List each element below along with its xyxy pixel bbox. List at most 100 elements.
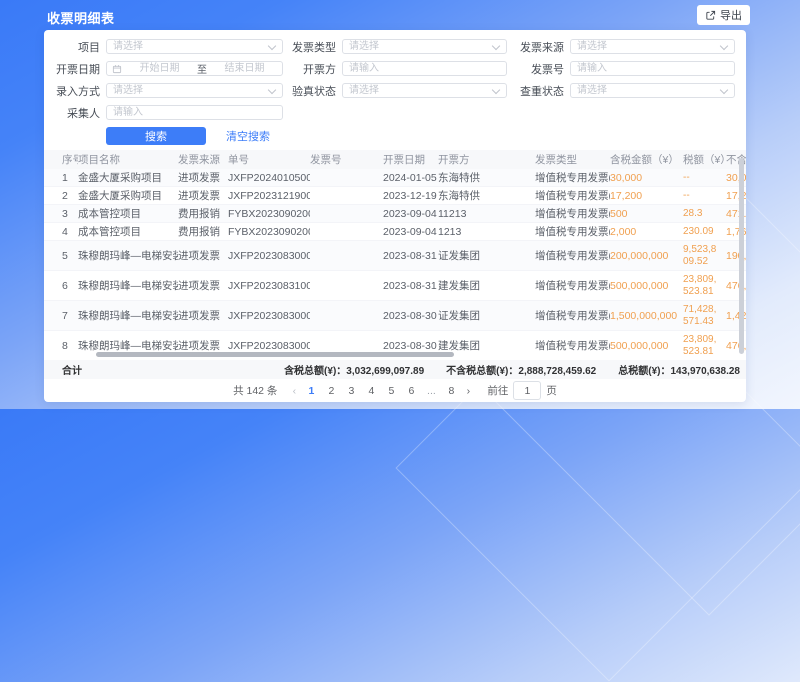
- summary-tax: 总税额(¥)：143,970,638.28: [618, 362, 740, 377]
- cell-amount-incl-tax: 200,000,000: [610, 241, 683, 271]
- invoice-type-select[interactable]: [342, 39, 507, 54]
- table-header-row: 序号项目名称发票来源单号发票号开票日期开票方发票类型含税金额（¥）税额（¥）不含…: [44, 150, 746, 169]
- cell-invoice-no: [310, 241, 383, 271]
- pagination-page-5[interactable]: 5: [381, 385, 401, 397]
- cell-order-no: JXFP20230830002: [228, 241, 310, 271]
- goto-page-input[interactable]: [513, 381, 541, 400]
- issuer-input-wrap[interactable]: [342, 61, 507, 76]
- cell-issuer: 建发集团: [438, 271, 535, 301]
- cell-tax: --: [683, 169, 726, 187]
- cell-type: 增值税专用发票(蓝): [535, 169, 610, 187]
- pagination-page-8[interactable]: 8: [441, 385, 461, 397]
- pagination-ellipsis: ...: [421, 385, 441, 397]
- pagination-total: 共 142 条: [233, 383, 277, 398]
- pagination-page-3[interactable]: 3: [341, 385, 361, 397]
- invoice-date-label: 开票日期: [44, 61, 106, 77]
- cell-type: 增值税专用发票(蓝): [535, 187, 610, 205]
- cell-project: 成本管控项目: [78, 205, 178, 223]
- invoice-source-select[interactable]: [570, 39, 735, 54]
- cell-project: 成本管控项目: [78, 223, 178, 241]
- cell-issuer: 证发集团: [438, 241, 535, 271]
- table-row: 2金盛大厦采购项目进项发票JXFP202312190022023-12-19东海…: [44, 187, 746, 205]
- export-button[interactable]: 导出: [697, 5, 750, 25]
- column-header-amount-incl-tax: 含税金额（¥）: [610, 150, 683, 169]
- invoice-source-select-input: [571, 40, 734, 53]
- cell-issuer: 11213: [438, 205, 535, 223]
- entry-method-select[interactable]: [106, 83, 283, 98]
- export-button-label: 导出: [720, 7, 742, 23]
- invoice-source-label: 发票来源: [507, 39, 570, 55]
- cell-source: 进项发票: [178, 301, 228, 331]
- verify-status-select[interactable]: [342, 83, 507, 98]
- clear-search-link[interactable]: 清空搜索: [226, 128, 270, 144]
- cell-project: 珠穆朗玛峰—电梯安装: [78, 241, 178, 271]
- table-row: 5珠穆朗玛峰—电梯安装进项发票JXFP202308300022023-08-31…: [44, 241, 746, 271]
- invoice-date-range-picker[interactable]: 至: [106, 61, 283, 76]
- filter-actions: 搜索 清空搜索: [106, 127, 746, 145]
- collector-label: 采集人: [44, 105, 106, 121]
- pagination-pages: 123456...8: [301, 385, 461, 397]
- main-card: 项目 发票类型 发票来源 开票日期 至 开票方: [44, 30, 746, 402]
- cell-issuer: 东海特供: [438, 187, 535, 205]
- cell-amount-incl-tax: 17,200: [610, 187, 683, 205]
- pagination-page-1[interactable]: 1: [301, 385, 321, 397]
- pagination-page-4[interactable]: 4: [361, 385, 381, 397]
- cell-invoice-no: [310, 271, 383, 301]
- column-header-no: 序号: [44, 150, 78, 169]
- cell-source: 进项发票: [178, 187, 228, 205]
- table-row: 3成本管控项目费用报销FYBX202309020032023-09-041121…: [44, 205, 746, 223]
- search-button[interactable]: 搜索: [106, 127, 206, 145]
- cell-date: 2024-01-05: [383, 169, 438, 187]
- dup-status-select[interactable]: [570, 83, 735, 98]
- page-title: 收票明细表: [47, 8, 115, 27]
- column-header-tax: 税额（¥）: [683, 150, 726, 169]
- column-header-issuer: 开票方: [438, 150, 535, 169]
- dup-status-select-input: [571, 84, 734, 97]
- cell-tax: --: [683, 187, 726, 205]
- pagination-page-2[interactable]: 2: [321, 385, 341, 397]
- cell-source: 费用报销: [178, 205, 228, 223]
- issuer-label: 开票方: [283, 61, 342, 77]
- table-row: 1金盛大厦采购项目进项发票JXFP202401050012024-01-05东海…: [44, 169, 746, 187]
- invoice-no-label: 发票号: [507, 61, 570, 77]
- pagination-page-6[interactable]: 6: [401, 385, 421, 397]
- prev-page-button[interactable]: ‹: [287, 385, 301, 397]
- calendar-icon: [112, 64, 122, 74]
- invoice-type-label: 发票类型: [283, 39, 342, 55]
- pagination: 共 142 条 ‹ 123456...8 › 前往 页: [44, 381, 746, 400]
- cell-project: 珠穆朗玛峰—电梯安装: [78, 271, 178, 301]
- cell-tax: 230.09: [683, 223, 726, 241]
- column-header-date: 开票日期: [383, 150, 438, 169]
- date-range-separator: 至: [197, 61, 207, 76]
- cell-order-no: JXFP20230830001: [228, 301, 310, 331]
- cell-no: 1: [44, 169, 78, 187]
- cell-amount-incl-tax: 500: [610, 205, 683, 223]
- verify-status-label: 验真状态: [283, 83, 342, 99]
- invoice-type-select-input: [343, 40, 506, 53]
- cell-date: 2023-08-31: [383, 241, 438, 271]
- cell-invoice-no: [310, 223, 383, 241]
- cell-order-no: JXFP20230831001: [228, 271, 310, 301]
- invoice-no-input-wrap[interactable]: [570, 61, 735, 76]
- cell-tax: 28.3: [683, 205, 726, 223]
- cell-type: 增值税专用发票(蓝): [535, 301, 610, 331]
- project-select[interactable]: [106, 39, 283, 54]
- column-header-project: 项目名称: [78, 150, 178, 169]
- vertical-scrollbar[interactable]: [739, 158, 744, 354]
- collector-input-wrap[interactable]: [106, 105, 283, 120]
- next-page-button[interactable]: ›: [461, 385, 475, 397]
- horizontal-scrollbar[interactable]: [96, 352, 454, 357]
- cell-no: 8: [44, 331, 78, 361]
- cell-tax: 71,428,571.43: [683, 301, 726, 331]
- entry-method-select-input: [107, 84, 282, 97]
- cell-invoice-no: [310, 169, 383, 187]
- cell-type: 增值税专用发票(蓝): [535, 223, 610, 241]
- goto-label: 前往: [487, 383, 508, 398]
- pagination-goto: 前往 页: [487, 381, 557, 400]
- cell-no: 2: [44, 187, 78, 205]
- invoice-table-zone: 序号项目名称发票来源单号发票号开票日期开票方发票类型含税金额（¥）税额（¥）不含…: [44, 150, 746, 361]
- cell-tax: 9,523,809.52: [683, 241, 726, 271]
- cell-amount-incl-tax: 500,000,000: [610, 331, 683, 361]
- cell-order-no: JXFP20240105001: [228, 169, 310, 187]
- project-label: 项目: [44, 39, 106, 55]
